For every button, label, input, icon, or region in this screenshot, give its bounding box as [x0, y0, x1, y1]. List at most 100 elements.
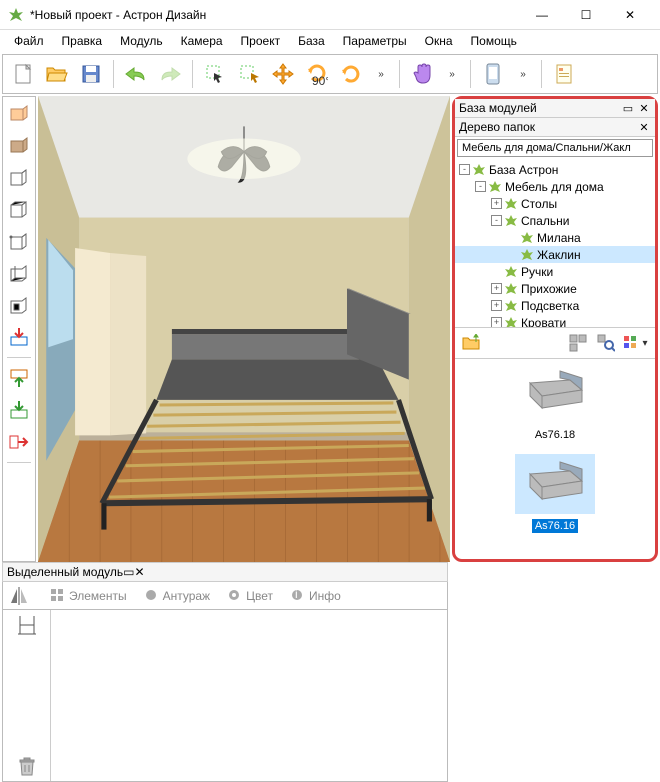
tree-node[interactable]: +Подсветка — [455, 297, 655, 314]
tree-node[interactable]: + Столы — [455, 195, 655, 212]
tree-node[interactable]: - База Астрон — [455, 161, 655, 178]
folder-icon — [520, 231, 534, 245]
pan-tool[interactable] — [406, 58, 438, 90]
phone-tool[interactable] — [477, 58, 509, 90]
viewport-3d[interactable] — [38, 96, 450, 562]
tree-node[interactable]: Милана — [455, 229, 655, 246]
selpanel-pin-icon[interactable]: ▭ — [123, 565, 134, 579]
folder-tree-header: Дерево папок ✕ — [455, 118, 655, 137]
main-toolbar: 90° » » » — [2, 54, 658, 94]
module-item[interactable]: As76.16 — [510, 454, 600, 533]
menu-база[interactable]: База — [290, 32, 333, 50]
tree-label: Спальни — [521, 214, 569, 228]
tree-label: Столы — [521, 197, 557, 211]
folder-icon — [488, 180, 502, 194]
tab-entourage[interactable]: Антураж — [137, 586, 219, 606]
toolbar-overflow-2[interactable]: » — [440, 58, 464, 90]
menu-правка[interactable]: Правка — [54, 32, 111, 50]
tree-node[interactable]: - Мебель для дома — [455, 178, 655, 195]
window-title: *Новый проект - Астрон Дизайн — [30, 8, 520, 22]
folder-icon — [504, 265, 518, 279]
undo-button[interactable] — [120, 58, 152, 90]
shape-box-6[interactable] — [5, 259, 33, 287]
app-icon — [8, 7, 24, 23]
export-right[interactable] — [5, 428, 33, 456]
maximize-button[interactable]: ☐ — [564, 1, 608, 29]
tab-color[interactable]: Цвет — [220, 586, 281, 606]
module-thumbnail — [515, 363, 595, 423]
shape-box-1[interactable] — [5, 99, 33, 127]
trash-button[interactable] — [18, 757, 36, 777]
expand-icon[interactable]: + — [491, 283, 502, 294]
module-list[interactable]: As76.18 As76.16 — [455, 359, 655, 559]
folder-tree-close-icon[interactable]: ✕ — [637, 120, 651, 134]
export-up[interactable] — [5, 364, 33, 392]
close-button[interactable]: ✕ — [608, 1, 652, 29]
left-toolbar — [2, 96, 36, 562]
tree-label: Жаклин — [537, 248, 581, 262]
new-file-button[interactable] — [7, 58, 39, 90]
collapse-icon[interactable]: - — [475, 181, 486, 192]
export-down[interactable] — [5, 396, 33, 424]
menu-окна[interactable]: Окна — [417, 32, 461, 50]
collapse-icon[interactable]: - — [459, 164, 470, 175]
selpanel-close-icon[interactable]: ✕ — [135, 565, 145, 579]
tree-node[interactable]: - Спальни — [455, 212, 655, 229]
panel-pin-icon[interactable]: ▭ — [621, 101, 635, 115]
menu-проект[interactable]: Проект — [233, 32, 289, 50]
menu-файл[interactable]: Файл — [6, 32, 52, 50]
module-list-toolbar: ▾ — [455, 327, 655, 359]
module-thumbnail — [515, 454, 595, 514]
view-large-button[interactable] — [565, 330, 591, 356]
select-tool[interactable] — [199, 58, 231, 90]
breadcrumb[interactable]: Мебель для дома/Спальни/Жакл — [457, 139, 653, 157]
import-down[interactable] — [5, 323, 33, 351]
toolbar-overflow-1[interactable]: » — [369, 58, 393, 90]
expand-icon[interactable]: + — [491, 300, 502, 311]
expand-icon[interactable]: + — [491, 198, 502, 209]
module-label: As76.18 — [532, 428, 578, 442]
report-tool[interactable] — [548, 58, 580, 90]
shape-box-3[interactable] — [5, 163, 33, 191]
panel-close-icon[interactable]: ✕ — [637, 101, 651, 115]
selected-module-title: Выделенный модуль — [7, 565, 123, 579]
folder-tree[interactable]: -База Астрон-Мебель для дома+Столы-Спаль… — [455, 159, 655, 327]
minimize-button[interactable]: — — [520, 1, 564, 29]
shape-box-2[interactable] — [5, 131, 33, 159]
open-file-button[interactable] — [41, 58, 73, 90]
shape-box-5[interactable] — [5, 227, 33, 255]
move-tool[interactable] — [267, 58, 299, 90]
selected-module-leftbar — [3, 610, 51, 781]
tree-node[interactable]: +Прихожие — [455, 280, 655, 297]
rotate-tool[interactable] — [335, 58, 367, 90]
menu-модуль[interactable]: Модуль — [112, 32, 171, 50]
tree-node[interactable]: Жаклин — [455, 246, 655, 263]
tree-label: Милана — [537, 231, 581, 245]
dimension-tool[interactable] — [16, 614, 38, 636]
tree-node[interactable]: +Кровати — [455, 314, 655, 327]
tree-label: База Астрон — [489, 163, 558, 177]
folder-up-button[interactable] — [459, 330, 485, 356]
collapse-icon[interactable]: - — [491, 215, 502, 226]
tree-label: Мебель для дома — [505, 180, 604, 194]
toolbar-overflow-3[interactable]: » — [511, 58, 535, 90]
mirror-tool[interactable] — [7, 585, 31, 607]
tab-info[interactable]: iИнфо — [283, 586, 349, 606]
folder-tree-title: Дерево папок — [459, 120, 535, 134]
shape-box-7[interactable] — [5, 291, 33, 319]
view-mode-dropdown[interactable]: ▾ — [621, 330, 651, 356]
menu-помощь[interactable]: Помощь — [463, 32, 525, 50]
select-similar-tool[interactable] — [233, 58, 265, 90]
expand-icon[interactable]: + — [491, 317, 502, 327]
shape-box-4[interactable] — [5, 195, 33, 223]
rotate-90-tool[interactable]: 90° — [301, 58, 333, 90]
tree-node[interactable]: Ручки — [455, 263, 655, 280]
menu-камера[interactable]: Камера — [173, 32, 231, 50]
tab-elements[interactable]: Элементы — [43, 586, 135, 606]
view-search-button[interactable] — [593, 330, 619, 356]
selected-module-panel: Выделенный модуль ▭ ✕ Элементы Антураж Ц… — [2, 562, 448, 782]
menu-параметры[interactable]: Параметры — [335, 32, 415, 50]
redo-button[interactable] — [154, 58, 186, 90]
module-item[interactable]: As76.18 — [510, 363, 600, 442]
save-file-button[interactable] — [75, 58, 107, 90]
